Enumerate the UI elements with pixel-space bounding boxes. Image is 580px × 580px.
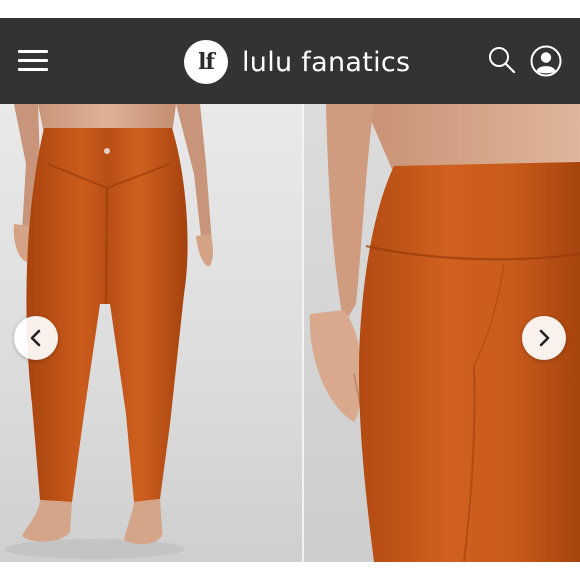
chevron-left-icon [30, 329, 41, 347]
top-navigation-bar: lf lulu fanatics [0, 18, 580, 104]
menu-line [18, 68, 48, 71]
product-image-gallery [0, 104, 580, 562]
brand-logo-link[interactable]: lf lulu fanatics [184, 40, 410, 84]
logo-monogram: lf [198, 49, 215, 75]
user-account-icon[interactable] [530, 45, 562, 77]
previous-image-button[interactable] [14, 316, 58, 360]
brand-name: lulu fanatics [242, 46, 411, 78]
bottom-spacer [0, 562, 580, 580]
menu-line [18, 59, 48, 62]
logo-badge: lf [184, 40, 228, 84]
search-icon[interactable] [487, 45, 517, 75]
chevron-right-icon [539, 329, 550, 347]
next-image-button[interactable] [522, 316, 566, 360]
hamburger-menu-icon[interactable] [18, 48, 50, 72]
menu-line [18, 50, 48, 53]
page: lf lulu fanatics [0, 0, 580, 580]
